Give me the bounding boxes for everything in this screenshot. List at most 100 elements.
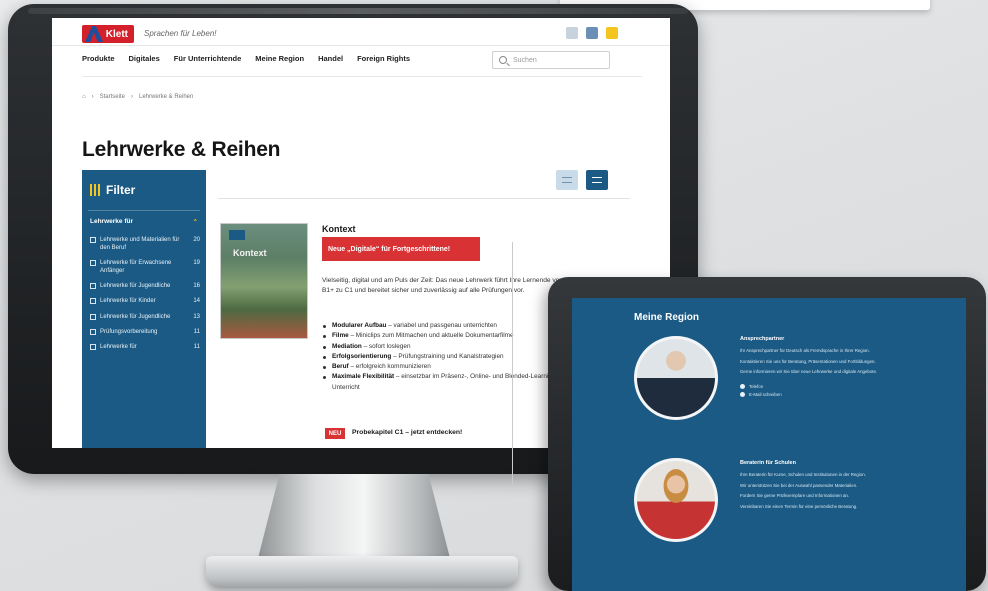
home-icon[interactable]: ⌂ (82, 94, 86, 100)
product-description: Vielseitig, digital und am Puls der Zeit… (322, 277, 564, 295)
filter-option-count: 11 (193, 328, 200, 335)
filter-option-count: 20 (193, 237, 200, 243)
mail-icon (740, 391, 745, 397)
filter-option[interactable]: Lehrwerke für Kinder 14 (90, 297, 200, 305)
breadcrumb-item-start[interactable]: Startseite (100, 94, 125, 100)
feature-text: – sofort loslegen (361, 342, 411, 350)
region-title: Meine Region (634, 312, 700, 323)
checkbox[interactable] (90, 260, 96, 267)
nav-item-digitales[interactable]: Digitales (129, 54, 160, 68)
feature-text: – erfolgreich kommunizieren (348, 363, 431, 370)
feature-text: – variabel und passgenau unterrichten (386, 322, 497, 329)
feature-item: Maximale Flexibilität – einsetzbar im Pr… (322, 372, 572, 393)
feature-bold: Modularer Aufbau (332, 322, 387, 329)
filter-divider (88, 210, 200, 211)
filter-option-count: 14 (193, 298, 200, 305)
phone-icon (740, 383, 745, 389)
feature-item: Filme – Miniclips zum Mitmachen und aktu… (322, 331, 572, 341)
filter-option-label: Lehrwerke für (100, 343, 137, 350)
filter-icon (90, 184, 102, 196)
search-input[interactable]: Suchen (492, 51, 610, 69)
content-divider (218, 198, 630, 199)
filter-title: Filter (106, 183, 136, 197)
new-badge: NEU (325, 428, 345, 439)
checkbox[interactable] (90, 343, 96, 350)
filter-option-label: Lehrwerke für Erwachsene Anfänger (100, 260, 172, 275)
product-title[interactable]: Kontext (322, 224, 356, 234)
breadcrumb-item-current: Lehrwerke & Reihen (138, 94, 194, 100)
filter-group-header[interactable]: Lehrwerke für ⌃ (90, 218, 198, 226)
tablet-screen: Meine Region Ansprechpartner Ihr Ansprec… (572, 298, 966, 591)
filter-group-label: Lehrwerke für (90, 218, 133, 225)
feature-bold: Filme (332, 332, 349, 340)
monitor-glare (28, 8, 688, 14)
cover-level-badge (229, 230, 245, 240)
header-divider (82, 76, 642, 77)
checkbox[interactable] (90, 283, 96, 290)
checkbox[interactable] (90, 237, 96, 243)
feature-bold: Beruf (332, 363, 349, 370)
checkbox[interactable] (90, 298, 96, 305)
search-icon (499, 56, 507, 64)
contact-email[interactable]: E-Mail schreiben (740, 391, 888, 397)
product-promo-badge[interactable]: Neue „Digitale“ für Fortgeschrittene! (322, 237, 480, 261)
nav-item-produkte[interactable]: Produkte (82, 54, 115, 68)
contact-avatar-2 (634, 458, 718, 542)
contact-line: Ihre Beraterin für Kurse, Schulen und In… (740, 472, 866, 477)
checkbox[interactable] (90, 328, 96, 335)
contact-phone-label: Telefon (749, 383, 764, 389)
filter-option[interactable]: Lehrwerke für 11 (90, 343, 200, 351)
contact-heading: Beraterin für Schulen (740, 460, 796, 466)
breadcrumb-separator: › (130, 94, 133, 100)
nav-item-meine-region[interactable]: Meine Region (255, 54, 304, 68)
feature-item: Beruf – erfolgreich kommunizieren (322, 362, 572, 372)
contact-block-1: Ansprechpartner Ihr Ansprechpartner für … (740, 336, 888, 397)
user-icon[interactable] (586, 27, 598, 39)
product-feature-list: Modularer Aufbau – variabel und passgena… (322, 321, 572, 393)
preview-chapter-link[interactable]: Probekapitel C1 – jetzt entdecken! (352, 429, 462, 436)
filter-option-label: Lehrwerke für Kinder (100, 298, 156, 305)
nav-item-handel[interactable]: Handel (318, 54, 343, 68)
filter-option[interactable]: Lehrwerke für Jugendliche 13 (90, 313, 200, 321)
contact-line: Kontaktieren Sie uns für Beratung, Präse… (740, 358, 876, 364)
filter-option[interactable]: Lehrwerke für Jugendliche 16 (90, 282, 200, 290)
filter-option-count: 16 (193, 283, 200, 290)
feature-bold: Erfolgsorientierung (332, 352, 392, 360)
contact-email-label: E-Mail schreiben (749, 391, 782, 397)
filter-option-label: Lehrwerke und Materialien für den Beruf (100, 237, 180, 252)
filter-option[interactable]: Prüfungsvorbereitung 11 (90, 328, 200, 336)
cart-icon[interactable] (606, 27, 618, 39)
grid-view-button[interactable] (586, 170, 608, 190)
monitor-stand-neck (256, 474, 452, 566)
filter-sidebar: Filter Lehrwerke für ⌃ Lehrwerke und Mat… (82, 170, 206, 448)
filter-header[interactable]: Filter (82, 170, 206, 210)
decor-line (512, 242, 513, 488)
feature-text: – Prüfungstraining und Kanalstrategien (391, 352, 504, 360)
contact-heading: Ansprechpartner (740, 336, 785, 342)
contact-line: Ihr Ansprechpartner für Deutsch als Frem… (740, 348, 870, 353)
product-cover-image[interactable]: Kontext (220, 223, 308, 339)
nav-item-foreign-rights[interactable]: Foreign Rights (357, 54, 410, 68)
page-title: Lehrwerke & Reihen (82, 138, 281, 161)
breadcrumb-separator: › (91, 94, 94, 100)
filter-option[interactable]: Lehrwerke für Erwachsene Anfänger 19 (90, 259, 200, 275)
filter-option-label: Lehrwerke für Jugendliche (100, 283, 171, 290)
search-placeholder: Suchen (513, 56, 537, 64)
language-icon[interactable] (566, 27, 578, 39)
filter-option-label: Lehrwerke für Jugendliche (100, 313, 171, 320)
contact-line: Fordern Sie gerne Prüfexemplare und Info… (740, 493, 850, 499)
logo-text: Klett (105, 28, 128, 40)
contact-phone[interactable]: Telefon (740, 383, 888, 389)
site-tagline: Sprachen für Leben! (144, 29, 217, 38)
contact-line: Gerne informieren wir Sie über neue Lehr… (740, 369, 878, 375)
contact-line: Wir unterstützen Sie bei der Auswahl pas… (740, 482, 858, 488)
chevron-up-icon: ⌃ (192, 219, 198, 226)
feature-item: Mediation – sofort loslegen (322, 342, 572, 352)
nav-item-unterrichtende[interactable]: Für Unterrichtende (174, 54, 242, 68)
checkbox[interactable] (90, 313, 96, 320)
filter-option[interactable]: Lehrwerke und Materialien für den Beruf 2… (90, 236, 200, 252)
filter-option-count: 19 (193, 260, 200, 267)
filter-option-count: 11 (193, 343, 200, 350)
contact-avatar-1 (634, 336, 718, 420)
list-view-button[interactable] (556, 170, 578, 190)
